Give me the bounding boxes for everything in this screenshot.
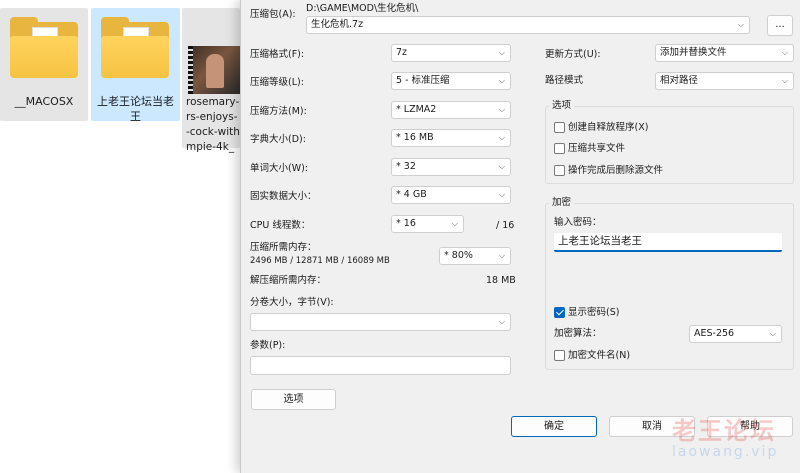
enc-method-label: 加密算法：	[554, 328, 602, 339]
video-name-line: mpie-4k_	[186, 141, 235, 153]
folder-name-line2: 王	[130, 110, 141, 123]
format-value: 7z	[396, 47, 408, 58]
archive-label: 压缩包(A):	[250, 9, 296, 20]
method-label: 压缩方法(M):	[250, 106, 307, 117]
format-label: 压缩格式(F):	[250, 49, 305, 60]
options-button[interactable]: 选项	[251, 389, 336, 410]
password-label: 输入密码：	[554, 217, 602, 228]
chevron-down-icon: ⌵	[498, 251, 505, 260]
folder-name: __MACOSX	[14, 95, 74, 108]
archive-name-combo[interactable]: 生化危机.7z ⌵	[306, 16, 750, 34]
delete-checkbox[interactable]	[554, 165, 565, 176]
video-thumbnail	[188, 46, 240, 94]
chevron-down-icon: ⌵	[498, 105, 505, 114]
mem-usage-value: * 80%	[444, 250, 473, 261]
show-password-label: 显示密码(S)	[568, 307, 620, 318]
mem-usage-select[interactable]: * 80% ⌵	[439, 247, 511, 265]
dict-select[interactable]: * 16 MB ⌵	[391, 129, 511, 147]
mem-comp-label: 压缩所需内存：	[250, 242, 317, 253]
level-select[interactable]: 5 - 标准压缩 ⌵	[391, 72, 511, 90]
archive-name-value: 生化危机.7z	[311, 19, 364, 30]
level-value: 5 - 标准压缩	[396, 75, 450, 86]
solid-value: * 4 GB	[396, 189, 427, 200]
mem-comp-detail: 2496 MB / 12871 MB / 16089 MB	[250, 256, 390, 266]
add-to-archive-dialog: 压缩包(A): D:\GAME\MOD\生化危机\ 生化危机.7z ⌵ ... …	[240, 0, 800, 473]
path-mode-label: 路径模式	[545, 75, 584, 86]
solid-select[interactable]: * 4 GB ⌵	[391, 186, 511, 204]
cpu-label: CPU 线程数：	[250, 220, 311, 231]
method-value: * LZMA2	[396, 104, 437, 115]
cpu-max: / 16	[496, 220, 515, 231]
format-select[interactable]: 7z ⌵	[391, 44, 511, 62]
dict-label: 字典大小(D):	[250, 134, 306, 145]
file-explorer: __MACOSX 上老王论坛当老 王 rosemary- rs-enjoys- …	[0, 0, 240, 473]
chevron-down-icon: ⌵	[498, 76, 505, 85]
method-select[interactable]: * LZMA2 ⌵	[391, 101, 511, 119]
cpu-select[interactable]: * 16 ⌵	[391, 215, 464, 233]
chevron-down-icon: ⌵	[769, 329, 776, 338]
shared-checkbox[interactable]	[554, 143, 565, 154]
delete-label: 操作完成后删除源文件	[568, 165, 664, 176]
video-name-line: rs-enjoys-	[186, 111, 238, 123]
shared-label: 压缩共享文件	[568, 143, 626, 154]
folder-item-macosx[interactable]: __MACOSX	[0, 8, 88, 121]
word-select[interactable]: * 32 ⌵	[391, 158, 511, 176]
chevron-down-icon: ⌵	[498, 48, 505, 57]
level-label: 压缩等级(L):	[250, 77, 304, 88]
watermark-url: laowang.vip	[672, 444, 779, 460]
encrypt-names-label: 加密文件名(N)	[568, 350, 631, 361]
update-select[interactable]: 添加并替换文件 ⌵	[655, 44, 794, 62]
sfx-checkbox[interactable]	[554, 122, 565, 133]
video-name-line: rosemary-	[186, 96, 240, 108]
archive-path: D:\GAME\MOD\生化危机\	[306, 3, 419, 14]
chevron-down-icon: ⌵	[451, 219, 458, 228]
word-value: * 32	[396, 161, 416, 172]
password-input[interactable]: 上老王论坛当老王	[554, 233, 782, 252]
chevron-down-icon: ⌵	[498, 133, 505, 142]
folder-item-laowang[interactable]: 上老王论坛当老 王	[91, 8, 180, 123]
chevron-down-icon: ⌵	[498, 317, 505, 326]
browse-button[interactable]: ...	[767, 15, 793, 36]
mem-decomp-label: 解压缩所需内存：	[250, 275, 327, 286]
chevron-down-icon: ⌵	[498, 190, 505, 199]
sfx-label: 创建自释放程序(X)	[568, 122, 649, 133]
watermark-logo: 老王论坛	[672, 417, 776, 445]
split-select[interactable]: ⌵	[250, 313, 511, 331]
split-label: 分卷大小，字节(V):	[250, 297, 334, 308]
encryption-group-title: 加密	[549, 197, 575, 209]
show-password-checkbox[interactable]	[554, 307, 565, 318]
params-label: 参数(P):	[250, 340, 286, 351]
path-mode-value: 相对路径	[660, 75, 699, 86]
video-name-line: -cock-with	[186, 126, 240, 138]
folder-name-line1: 上老王论坛当老	[97, 95, 174, 108]
video-file-name: rosemary- rs-enjoys- -cock-with mpie-4k_	[186, 95, 240, 155]
enc-method-value: AES-256	[694, 328, 735, 339]
params-input[interactable]	[250, 356, 511, 375]
chevron-down-icon: ⌵	[737, 20, 744, 29]
update-value: 添加并替换文件	[660, 47, 727, 58]
path-mode-select[interactable]: 相对路径 ⌵	[655, 72, 794, 90]
encrypt-names-checkbox[interactable]	[554, 350, 565, 361]
options-group-title: 选项	[549, 100, 575, 112]
chevron-down-icon: ⌵	[498, 162, 505, 171]
solid-label: 固实数据大小：	[250, 191, 317, 202]
chevron-down-icon: ⌵	[781, 48, 788, 57]
word-label: 单词大小(W):	[250, 163, 309, 174]
mem-decomp-value: 18 MB	[486, 275, 516, 286]
dict-value: * 16 MB	[396, 132, 434, 143]
ok-button[interactable]: 确定	[511, 416, 597, 437]
cpu-value: * 16	[396, 218, 416, 229]
chevron-down-icon: ⌵	[781, 76, 788, 85]
update-label: 更新方式(U):	[545, 49, 601, 60]
enc-method-select[interactable]: AES-256 ⌵	[689, 325, 782, 343]
